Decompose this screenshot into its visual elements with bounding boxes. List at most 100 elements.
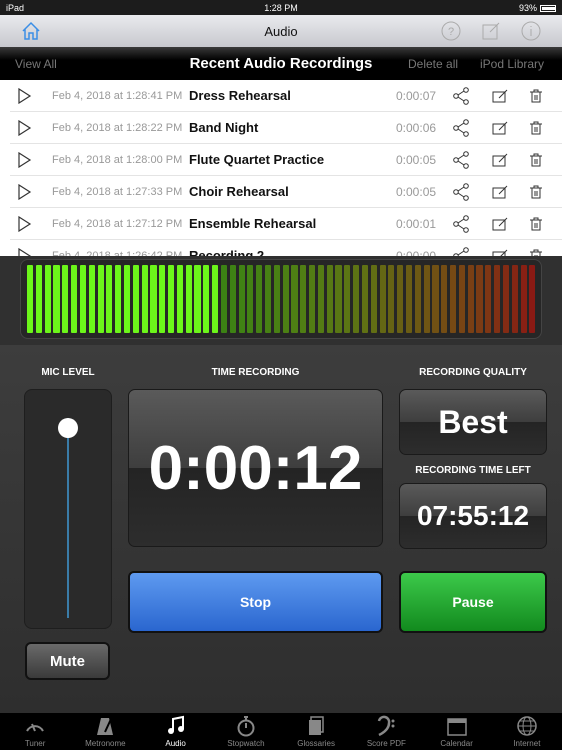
play-icon[interactable] <box>16 151 32 168</box>
meter-segment <box>220 265 227 333</box>
meter-segment <box>185 265 192 333</box>
meter-segment <box>291 265 298 333</box>
meter-segment <box>141 265 148 333</box>
slider-track[interactable] <box>67 418 69 618</box>
bass-clef-icon <box>378 715 395 737</box>
edit-icon[interactable] <box>491 87 509 105</box>
recording-row[interactable]: Feb 4, 2018 at 1:27:12 PM Ensemble Rehea… <box>10 208 562 240</box>
meter-segment <box>88 265 95 333</box>
music-note-icon <box>167 715 184 734</box>
recording-row[interactable]: Feb 4, 2018 at 1:28:00 PM Flute Quartet … <box>10 144 562 176</box>
meter-segment <box>335 265 342 333</box>
share-icon[interactable] <box>452 246 470 257</box>
meter-segment <box>71 265 78 333</box>
tab-label: Score PDF <box>366 739 406 748</box>
info-icon[interactable] <box>520 20 542 42</box>
time-recording-label: TIME RECORDING <box>211 367 300 378</box>
meter-segment <box>212 265 219 333</box>
play-icon[interactable] <box>16 119 32 136</box>
edit-icon[interactable] <box>491 151 509 169</box>
recording-date: Feb 4, 2018 at 1:28:41 PM <box>52 89 183 102</box>
play-icon[interactable] <box>16 183 32 200</box>
tab-tuner[interactable]: Tuner <box>0 713 70 750</box>
mute-button[interactable]: Mute <box>25 642 110 680</box>
tab-label: Glossaries <box>297 739 336 748</box>
meter-segment <box>194 265 201 333</box>
trash-icon[interactable] <box>527 87 545 105</box>
trash-icon[interactable] <box>527 119 545 137</box>
meter-segment <box>423 265 430 333</box>
mic-level-slider[interactable] <box>24 389 112 629</box>
stop-button[interactable]: Stop <box>128 571 383 633</box>
share-icon[interactable] <box>452 118 470 137</box>
recording-date: Feb 4, 2018 at 1:28:00 PM <box>52 153 183 166</box>
play-icon[interactable] <box>16 247 32 256</box>
tab-label: Calendar <box>440 739 473 748</box>
meter-segment <box>388 265 395 333</box>
tab-bar: Tuner Metronome Audio Stopwatch Glossaries Sc… <box>0 713 562 750</box>
trash-icon[interactable] <box>527 215 545 233</box>
ipod-library-button[interactable]: iPod Library <box>480 57 544 71</box>
meter-segment <box>35 265 42 333</box>
meter-segment <box>476 265 483 333</box>
meter-segment <box>432 265 439 333</box>
meter-segment <box>458 265 465 333</box>
edit-icon[interactable] <box>480 20 502 42</box>
meter-segment <box>282 265 289 333</box>
tab-label: Tuner <box>24 739 46 748</box>
recording-date: Feb 4, 2018 at 1:27:12 PM <box>52 217 183 230</box>
slider-thumb[interactable] <box>58 418 78 438</box>
recording-duration: 0:00:00 <box>396 248 437 257</box>
trash-icon[interactable] <box>527 183 545 201</box>
stopwatch-icon <box>237 716 255 737</box>
device-label: iPad <box>6 2 25 13</box>
tab-internet[interactable]: Internet <box>492 713 562 750</box>
meter-segment <box>494 265 501 333</box>
recordings-list[interactable]: Feb 4, 2018 at 1:28:41 PM Dress Rehearsa… <box>0 80 562 256</box>
help-icon[interactable]: ? <box>440 20 462 42</box>
recording-row[interactable]: Feb 4, 2018 at 1:27:33 PM Choir Rehearsa… <box>10 176 562 208</box>
tab-calendar[interactable]: Calendar <box>422 713 492 750</box>
meter-segment <box>520 265 527 333</box>
edit-icon[interactable] <box>491 183 509 201</box>
meter-segment <box>53 265 60 333</box>
trash-icon[interactable] <box>527 151 545 169</box>
play-icon[interactable] <box>16 87 32 104</box>
edit-icon[interactable] <box>491 119 509 137</box>
tab-metronome[interactable]: Metronome <box>70 713 140 750</box>
tab-score-pdf[interactable]: Score PDF <box>351 713 421 750</box>
recording-duration: 0:00:05 <box>396 184 437 199</box>
share-icon[interactable] <box>452 150 470 169</box>
battery-icon <box>540 4 556 12</box>
pause-button[interactable]: Pause <box>399 571 547 633</box>
recording-duration: 0:00:01 <box>396 216 437 231</box>
recording-quality-selector[interactable]: Best <box>399 389 547 455</box>
recordings-header: View All Recent Audio Recordings Delete … <box>0 47 562 80</box>
tab-audio[interactable]: Audio <box>141 713 211 750</box>
share-icon[interactable] <box>452 214 470 233</box>
share-icon[interactable] <box>452 182 470 201</box>
clock: 1:28 PM <box>264 2 298 13</box>
recording-row[interactable]: Feb 4, 2018 at 1:28:22 PM Band Night 0:0… <box>10 112 562 144</box>
meter-segment <box>317 265 324 333</box>
tab-stopwatch[interactable]: Stopwatch <box>211 713 281 750</box>
section-title: Recent Audio Recordings <box>189 55 373 72</box>
recorder-panel: MIC LEVEL Mute TIME RECORDING 0:00:12 St… <box>0 345 562 713</box>
home-icon[interactable] <box>20 20 42 42</box>
meter-segment <box>150 265 157 333</box>
delete-all-button[interactable]: Delete all <box>408 57 458 71</box>
edit-icon[interactable] <box>491 247 509 257</box>
share-icon[interactable] <box>452 86 470 105</box>
meter-segment <box>529 265 536 333</box>
meter-segment <box>309 265 316 333</box>
tab-glossaries[interactable]: Glossaries <box>281 713 351 750</box>
recording-duration: 0:00:06 <box>396 120 437 135</box>
recording-row[interactable]: Feb 4, 2018 at 1:28:41 PM Dress Rehearsa… <box>10 80 562 112</box>
recording-row[interactable]: Feb 4, 2018 at 1:26:42 PM Recording 2 0:… <box>10 240 562 256</box>
play-icon[interactable] <box>16 215 32 232</box>
metronome-icon <box>97 718 114 735</box>
edit-icon[interactable] <box>491 215 509 233</box>
meter-segment <box>238 265 245 333</box>
trash-icon[interactable] <box>527 247 545 257</box>
meter-segment <box>247 265 254 333</box>
